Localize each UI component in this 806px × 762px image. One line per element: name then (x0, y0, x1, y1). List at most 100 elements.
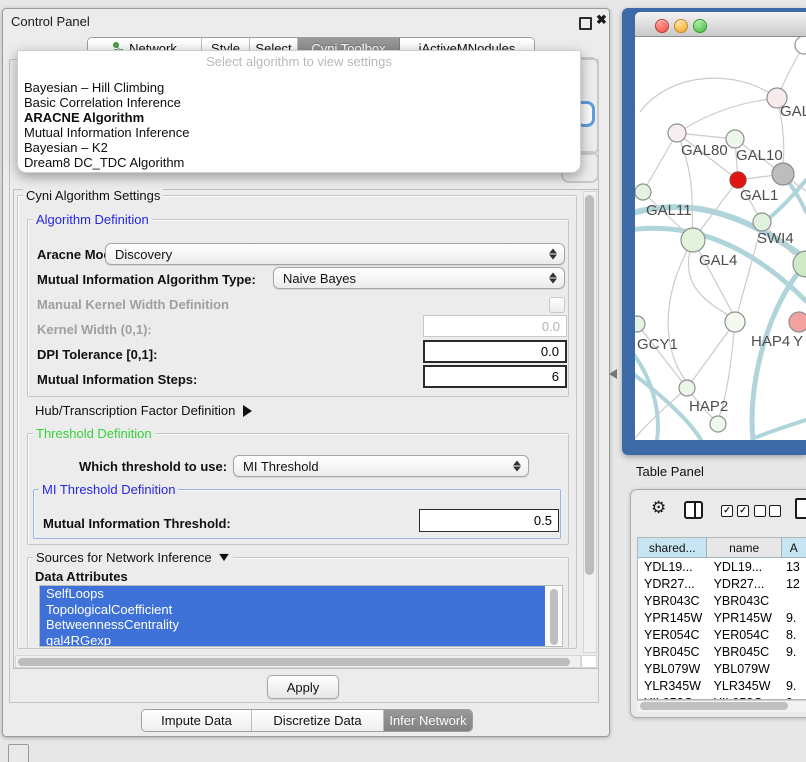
document-icon[interactable] (795, 498, 806, 519)
table-row[interactable]: YBR043CYBR043C (638, 592, 806, 609)
network-node[interactable] (679, 380, 695, 396)
network-node[interactable] (681, 228, 705, 252)
attribute-item-betweennesscentrality[interactable]: BetweennessCentrality (40, 617, 545, 633)
network-node-label: GAL4 (699, 252, 737, 269)
screen: Control Panel ✖ NetworkStyleSelectCyni T… (0, 0, 806, 762)
sources-group-title-row[interactable]: Sources for Network Inference (33, 550, 233, 565)
combo-spinner-icon (549, 249, 557, 260)
network-node[interactable] (772, 163, 794, 185)
aracne-mode-combo[interactable]: Discovery (105, 243, 565, 265)
column-header-shared[interactable]: shared... (638, 538, 707, 558)
checked-checkbox-icon[interactable]: ✓ (721, 505, 733, 517)
expander-expanded-icon (219, 554, 229, 561)
table-cell: 9. (782, 677, 806, 694)
zoom-traffic-light-icon[interactable] (693, 19, 707, 33)
table-row[interactable]: YBR045CYBR045C9. (638, 643, 806, 660)
table-row[interactable]: YDR27...YDR27...12 (638, 575, 806, 592)
table-cell: 12 (782, 575, 806, 592)
manual-kernel-checkbox[interactable] (549, 297, 565, 313)
network-node-label: HAP2 (689, 398, 728, 415)
sources-group-title: Sources for Network Inference (36, 550, 212, 565)
network-graph: GALGAL80GAL10GAL1GAL11SWI4GAL4GCY1HAP4YH… (635, 37, 806, 440)
hub-expander[interactable]: Hub/Transcription Factor Definition (35, 403, 252, 418)
network-edge[interactable] (640, 78, 777, 112)
attribute-item-topologicalcoefficient[interactable]: TopologicalCoefficient (40, 602, 545, 618)
table-row[interactable]: YBL079WYBL079W (638, 660, 806, 677)
table-row[interactable]: YPR145WYPR145W9. (638, 609, 806, 626)
control-panel-title: Control Panel (11, 14, 90, 29)
apply-button[interactable]: Apply (267, 675, 339, 699)
column-header-name[interactable]: name (707, 538, 781, 558)
checked-checkbox-icon-2[interactable]: ✓ (737, 505, 749, 517)
table-hscrollbar-thumb[interactable] (640, 702, 788, 710)
bottom-tab-infer-network[interactable]: Infer Network (384, 710, 472, 731)
network-window-titlebar[interactable] (635, 12, 806, 37)
which-threshold-value: MI Threshold (243, 459, 319, 474)
data-attributes-label: Data Attributes (35, 569, 128, 584)
attribute-item-selfloops[interactable]: SelfLoops (40, 586, 545, 602)
network-node[interactable] (753, 213, 771, 231)
attr-list-scrollbar-thumb[interactable] (550, 589, 558, 645)
data-attributes-list[interactable]: SelfLoopsTopologicalCoefficientBetweenne… (39, 585, 563, 647)
mi-threshold-input[interactable]: 0.5 (419, 509, 559, 532)
network-node[interactable] (635, 184, 651, 200)
network-node[interactable] (710, 416, 726, 432)
dpi-tolerance-input[interactable]: 0.0 (423, 340, 567, 363)
mi-steps-label: Mutual Information Steps: (37, 372, 197, 387)
kernel-width-input[interactable]: 0.0 (423, 315, 567, 337)
unchecked-checkbox-icon-2[interactable] (769, 505, 781, 517)
network-node-label: SWI4 (757, 230, 794, 247)
bottom-tab-impute-data[interactable]: Impute Data (142, 710, 252, 731)
table-row[interactable]: YLR345WYLR345W9. (638, 677, 806, 694)
dpi-tolerance-value: 0.0 (541, 344, 559, 359)
gear-icon[interactable]: ⚙ (651, 498, 666, 518)
kernel-width-label: Kernel Width (0,1): (37, 322, 152, 337)
network-node[interactable] (795, 37, 806, 54)
minimized-panel-icon[interactable] (8, 744, 29, 762)
float-window-icon[interactable] (579, 17, 592, 30)
network-edge[interactable] (643, 133, 677, 192)
dropdown-option-dream8-dc-tdc-algorithm[interactable]: Dream8 DC_TDC Algorithm (18, 155, 580, 170)
network-edge[interactable] (690, 322, 735, 384)
close-traffic-light-icon[interactable] (655, 19, 669, 33)
dropdown-option-bayesian-hill-climbing[interactable]: Bayesian – Hill Climbing (18, 80, 580, 95)
minimize-traffic-light-icon[interactable] (674, 19, 688, 33)
bottom-tabbar: Impute DataDiscretize DataInfer Network (141, 709, 473, 732)
network-node-label: GAL10 (736, 147, 783, 164)
close-icon[interactable]: ✖ (596, 12, 607, 28)
mi-type-combo[interactable]: Naive Bayes (273, 267, 565, 289)
network-edge[interactable] (684, 98, 777, 129)
attribute-item-gal4rgexp[interactable]: gal4RGexp (40, 633, 545, 648)
manual-kernel-label: Manual Kernel Width Definition (37, 297, 229, 312)
network-canvas[interactable]: GALGAL80GAL10GAL1GAL11SWI4GAL4GCY1HAP4YH… (635, 37, 806, 440)
mi-type-value: Naive Bayes (283, 271, 356, 286)
table-row[interactable]: YER054CYER054C8. (638, 626, 806, 643)
mi-steps-input[interactable]: 6 (423, 365, 567, 388)
table-row[interactable]: YDL19...YDL19...13 (638, 558, 806, 575)
network-edge-highlighted[interactable] (757, 420, 806, 437)
node-table: shared...nameA YDL19...YDL19...13YDR27..… (637, 537, 806, 700)
dropdown-option-bayesian-k2[interactable]: Bayesian – K2 (18, 140, 580, 155)
network-node[interactable] (726, 130, 744, 148)
vertical-scrollbar-thumb[interactable] (585, 195, 594, 575)
network-edge[interactable] (668, 240, 693, 381)
network-node[interactable] (668, 124, 686, 142)
table-cell: YER054C (708, 626, 782, 643)
network-node[interactable] (789, 312, 806, 332)
bottom-tab-discretize-data[interactable]: Discretize Data (252, 710, 384, 731)
network-node[interactable] (730, 172, 746, 188)
horizontal-scrollbar-thumb[interactable] (18, 658, 570, 666)
column-header-a[interactable]: A (782, 538, 806, 558)
table-cell: YLR345W (638, 677, 708, 694)
table-cell: YBR045C (638, 643, 708, 660)
threshold-definition-title: Threshold Definition (33, 426, 155, 441)
split-columns-icon[interactable] (684, 501, 703, 519)
dropdown-option-basic-correlation-inference[interactable]: Basic Correlation Inference (18, 95, 580, 110)
dropdown-option-mutual-information-inference[interactable]: Mutual Information Inference (18, 125, 580, 140)
network-node[interactable] (635, 316, 645, 332)
unchecked-checkbox-icon[interactable] (754, 505, 766, 517)
cyni-algorithm-settings-title: Cyni Algorithm Settings (23, 188, 163, 203)
network-node[interactable] (725, 312, 745, 332)
dropdown-option-aracne-algorithm[interactable]: ARACNE Algorithm (18, 110, 580, 125)
which-threshold-combo[interactable]: MI Threshold (233, 455, 529, 477)
